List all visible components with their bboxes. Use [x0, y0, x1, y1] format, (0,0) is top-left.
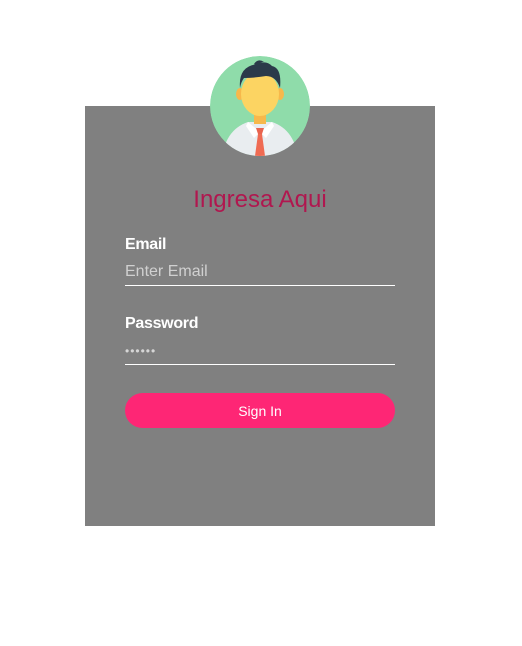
email-field[interactable] [125, 259, 395, 286]
sign-in-button[interactable]: Sign In [125, 393, 395, 428]
login-card: Ingresa Aqui Email Password Sign In [85, 106, 435, 526]
email-label: Email [125, 236, 167, 253]
password-field[interactable] [125, 338, 395, 365]
user-avatar-icon [210, 56, 310, 156]
password-label: Password [125, 315, 199, 332]
login-title: Ingresa Aqui [193, 186, 327, 213]
login-page: Ingresa Aqui Email Password Sign In [0, 0, 522, 646]
